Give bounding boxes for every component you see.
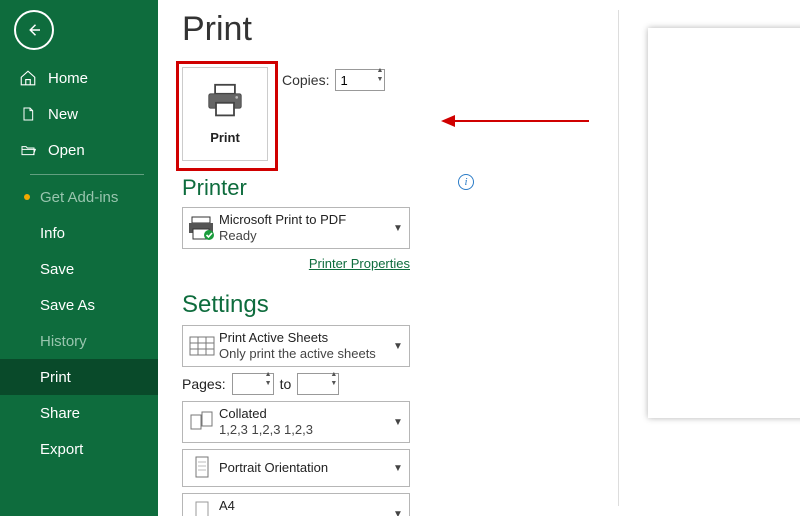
collated-icon <box>187 405 217 439</box>
chevron-down-icon: ▼ <box>391 341 405 352</box>
settings-heading: Settings <box>182 291 458 319</box>
pages-to-down[interactable]: ▼ <box>330 384 337 393</box>
collated-title: Collated <box>219 406 391 422</box>
back-arrow-icon <box>25 21 43 39</box>
backstage-sidebar: Home New Open Get Add-ins Info Save Save… <box>0 0 158 516</box>
sidebar-label-print: Print <box>40 369 71 386</box>
print-button-label: Print <box>210 130 240 145</box>
paper-size-dropdown[interactable]: A4 8.27" x 11.69" ▼ <box>182 493 410 516</box>
sidebar-item-export[interactable]: Export <box>0 431 158 467</box>
print-button[interactable]: Print <box>182 67 268 161</box>
sidebar-item-history[interactable]: History <box>0 323 158 359</box>
chevron-down-icon: ▼ <box>391 417 405 428</box>
sidebar-label-saveas: Save As <box>40 297 95 314</box>
printer-properties-link[interactable]: Printer Properties <box>309 256 410 271</box>
print-preview-page <box>648 28 800 418</box>
orientation-value: Portrait Orientation <box>219 460 391 476</box>
print-what-dropdown[interactable]: Print Active Sheets Only print the activ… <box>182 325 410 367</box>
sidebar-item-saveas[interactable]: Save As <box>0 287 158 323</box>
printer-dropdown[interactable]: Microsoft Print to PDF Ready ▼ <box>182 207 410 249</box>
back-button[interactable] <box>14 10 54 50</box>
copies-stepper[interactable]: ▲▼ <box>335 69 385 91</box>
paper-title: A4 <box>219 498 391 514</box>
sidebar-separator <box>30 174 144 175</box>
printer-info-icon[interactable]: i <box>458 174 474 190</box>
pages-to-stepper[interactable]: ▲▼ <box>297 373 339 395</box>
pages-from-stepper[interactable]: ▲▼ <box>232 373 274 395</box>
pages-to-label: to <box>280 376 292 392</box>
pages-from-down[interactable]: ▼ <box>265 384 272 393</box>
chevron-down-icon: ▼ <box>391 223 405 234</box>
printer-icon <box>203 83 247 122</box>
portrait-icon <box>187 453 217 483</box>
sidebar-label-open: Open <box>48 142 85 159</box>
sidebar-label-export: Export <box>40 441 83 458</box>
open-folder-icon <box>18 142 38 158</box>
printer-status-icon <box>187 211 217 245</box>
sidebar-label-share: Share <box>40 405 80 422</box>
printer-heading: Printer <box>182 175 458 201</box>
sidebar-label-new: New <box>48 106 78 123</box>
print-what-title: Print Active Sheets <box>219 330 391 346</box>
sidebar-item-home[interactable]: Home <box>0 60 158 96</box>
sidebar-item-open[interactable]: Open <box>0 132 158 168</box>
addins-dot-icon <box>24 194 30 200</box>
sidebar-item-share[interactable]: Share <box>0 395 158 431</box>
new-file-icon <box>18 105 38 123</box>
sidebar-label-info: Info <box>40 225 65 242</box>
collated-dropdown[interactable]: Collated 1,2,3 1,2,3 1,2,3 ▼ <box>182 401 410 443</box>
sidebar-label-history: History <box>40 333 87 350</box>
sidebar-label-addins: Get Add-ins <box>40 189 118 206</box>
sidebar-item-print[interactable]: Print <box>0 359 158 395</box>
page-icon <box>187 497 217 516</box>
sidebar-label-save: Save <box>40 261 74 278</box>
sidebar-item-save[interactable]: Save <box>0 251 158 287</box>
chevron-down-icon: ▼ <box>391 509 405 516</box>
home-icon <box>18 69 38 87</box>
sidebar-label-home: Home <box>48 70 88 87</box>
chevron-down-icon: ▼ <box>391 463 405 474</box>
sidebar-item-new[interactable]: New <box>0 96 158 132</box>
orientation-dropdown[interactable]: Portrait Orientation ▼ <box>182 449 410 487</box>
preview-separator <box>618 10 619 506</box>
copies-down[interactable]: ▼ <box>377 80 384 89</box>
sidebar-item-info[interactable]: Info <box>0 215 158 251</box>
sidebar-item-addins[interactable]: Get Add-ins <box>0 179 158 215</box>
page-title: Print <box>182 10 458 49</box>
printer-status: Ready <box>219 228 391 244</box>
pages-label: Pages: <box>182 376 226 392</box>
copies-label: Copies: <box>282 72 329 88</box>
sheets-icon <box>187 329 217 363</box>
collated-sub: 1,2,3 1,2,3 1,2,3 <box>219 422 391 438</box>
printer-name: Microsoft Print to PDF <box>219 212 391 228</box>
print-what-sub: Only print the active sheets <box>219 346 391 362</box>
main-panel: Print Print Copies: <box>158 0 800 516</box>
